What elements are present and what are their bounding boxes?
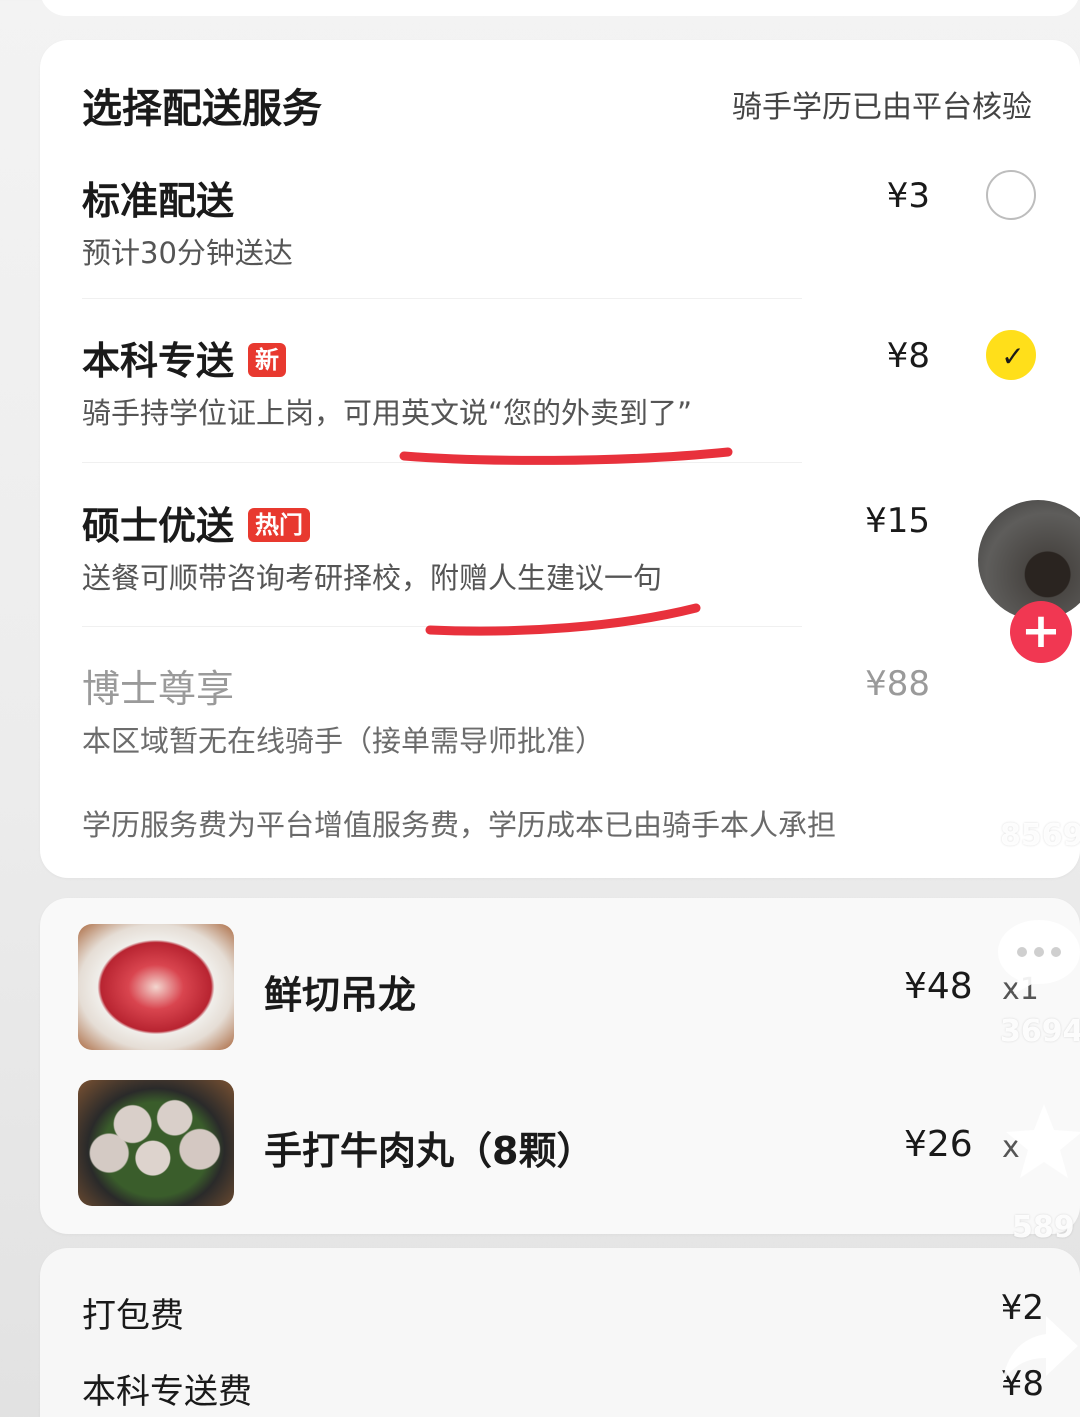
- favorite-count: 589: [1012, 1210, 1075, 1245]
- checkmark-icon: ✓: [1001, 340, 1025, 373]
- option-price: ¥3: [886, 176, 930, 216]
- comment-icon[interactable]: [994, 916, 1080, 996]
- heart-icon[interactable]: [990, 712, 1080, 802]
- beef-balls-image: [78, 1080, 234, 1206]
- option-name: 本科专送: [82, 339, 235, 383]
- item-price: ¥48: [904, 966, 973, 1007]
- divider: [82, 626, 802, 627]
- verification-note: 骑手学历已由平台核验: [732, 90, 1032, 125]
- fees-card: 打包费 ¥2 本科专送费 ¥8: [40, 1248, 1080, 1417]
- option-desc: 送餐可顺带咨询考研择校，附赠人生建议一句: [82, 561, 663, 595]
- delivery-fee-label: 本科专送费: [82, 1372, 252, 1412]
- option-desc: 骑手持学位证上岗，可用英文说“您的外卖到了”: [82, 396, 693, 430]
- item-price: ¥26: [904, 1124, 973, 1165]
- radio-button-selected[interactable]: ✓: [986, 330, 1036, 380]
- option-name-row: 本科专送新: [82, 330, 287, 385]
- service-fee-footnote: 学历服务费为平台增值服务费，学历成本已由骑手本人承担: [82, 808, 837, 842]
- divider: [82, 462, 802, 463]
- item-name: 鲜切吊龙: [264, 973, 417, 1017]
- hot-badge: 热门: [248, 508, 311, 542]
- delivery-service-card: 选择配送服务 骑手学历已由平台核验 标准配送 预计30分钟送达 ¥3 本科专送新…: [40, 40, 1080, 878]
- option-desc: 本区域暂无在线骑手（接单需导师批准）: [82, 724, 605, 758]
- previous-card-edge: [40, 0, 1080, 16]
- item-name: 手打牛肉丸（8颗）: [264, 1129, 595, 1173]
- like-count: 8569: [1000, 818, 1080, 853]
- sliced-beef-image: [78, 924, 234, 1050]
- option-desc: 预计30分钟送达: [82, 236, 293, 270]
- divider: [82, 298, 802, 299]
- option-price: ¥88: [865, 664, 930, 704]
- option-name-row: 硕士优送 热门: [82, 495, 311, 550]
- new-badge: 新: [248, 343, 287, 377]
- option-price: ¥8: [886, 336, 930, 376]
- packing-fee-label: 打包费: [82, 1296, 184, 1336]
- share-icon[interactable]: [1000, 1312, 1080, 1388]
- option-price: ¥15: [865, 501, 930, 541]
- option-name: 博士尊享: [82, 667, 235, 711]
- option-name: 硕士优送: [82, 504, 235, 548]
- section-title: 选择配送服务: [82, 86, 322, 132]
- comment-count: 3694: [1000, 1014, 1080, 1049]
- star-icon[interactable]: [1004, 1102, 1080, 1182]
- radio-button-unselected[interactable]: [986, 170, 1036, 220]
- order-items-card: 鲜切吊龙 ¥48 x1 手打牛肉丸（8颗） ¥26 x: [40, 898, 1080, 1234]
- option-name: 标准配送: [82, 179, 235, 223]
- follow-button[interactable]: +: [1010, 601, 1072, 663]
